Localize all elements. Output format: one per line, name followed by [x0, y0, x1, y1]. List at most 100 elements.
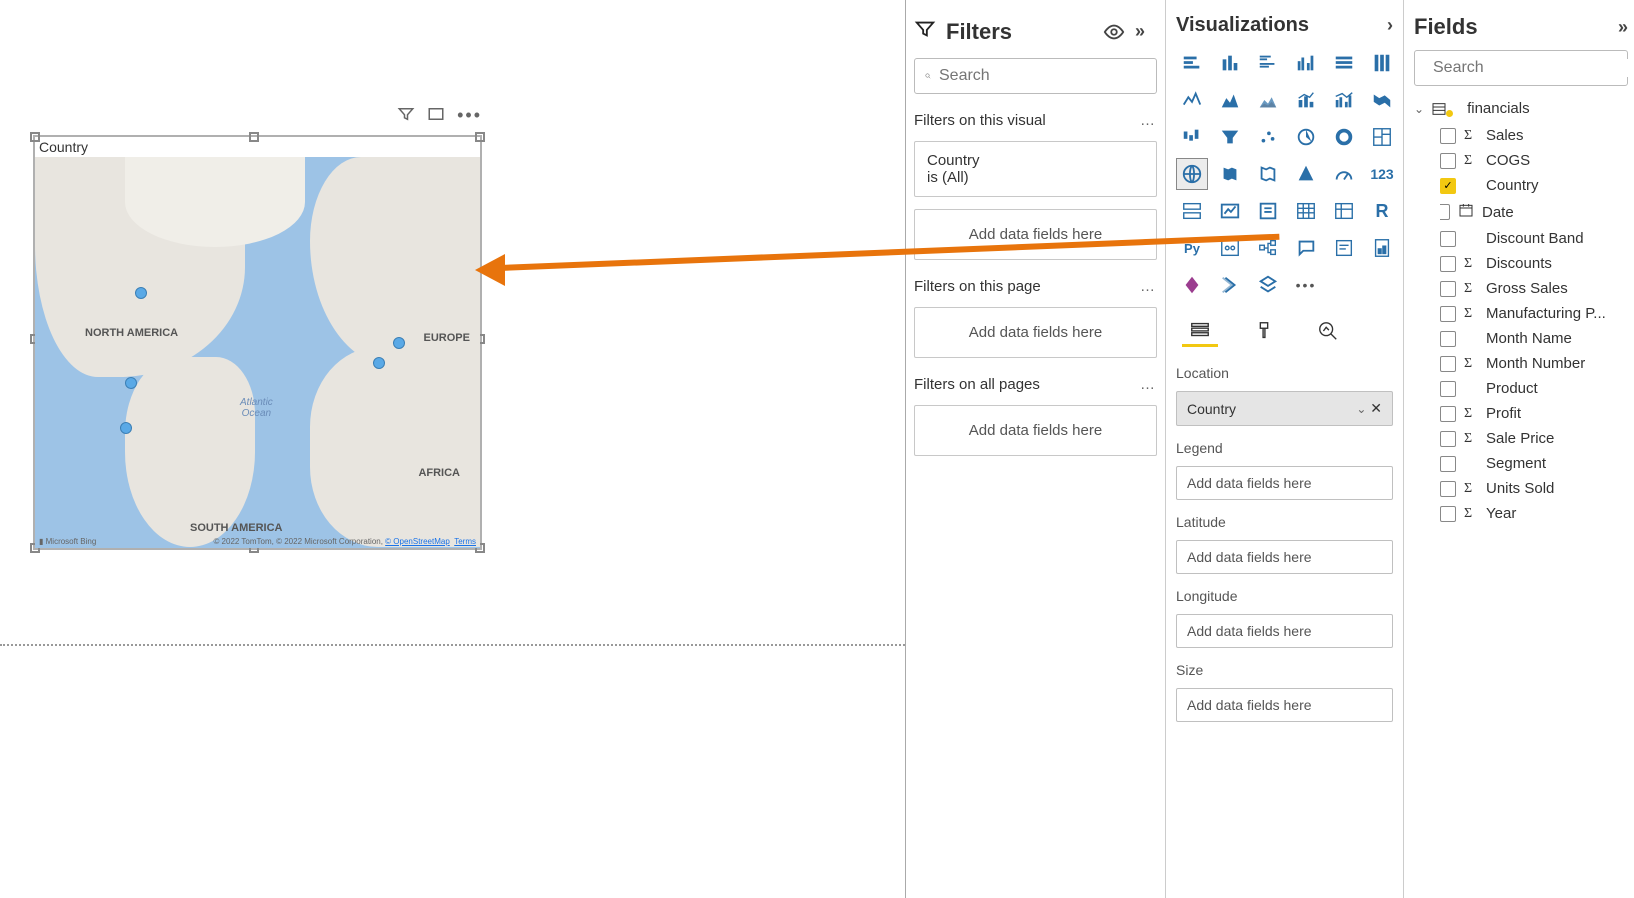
visual-more-options[interactable]: ••• — [457, 105, 482, 128]
terms-link[interactable]: Terms — [454, 537, 476, 546]
well-latitude[interactable]: Add data fields here — [1176, 540, 1393, 574]
field-checkbox[interactable] — [1440, 406, 1456, 422]
area-chart-icon[interactable] — [1214, 84, 1246, 116]
map-point[interactable] — [373, 357, 385, 369]
collapse-icon[interactable]: » — [1135, 21, 1157, 43]
map-point[interactable] — [393, 337, 405, 349]
100stacked-bar-icon[interactable] — [1328, 47, 1360, 79]
drop-all-filters[interactable]: Add data fields here — [914, 405, 1157, 456]
field-cogs[interactable]: ΣCOGS — [1440, 152, 1628, 169]
more-visuals[interactable]: ••• — [1290, 269, 1322, 301]
field-checkbox[interactable] — [1440, 481, 1456, 497]
well-location[interactable]: Country ⌄ ✕ — [1176, 391, 1393, 426]
narrative-icon[interactable] — [1328, 232, 1360, 264]
field-checkbox[interactable] — [1440, 281, 1456, 297]
stacked-column-icon[interactable] — [1214, 47, 1246, 79]
show-hide-icon[interactable] — [1103, 21, 1125, 43]
format-tab[interactable] — [1246, 315, 1282, 347]
treemap-icon[interactable] — [1366, 121, 1398, 153]
kpi-icon[interactable] — [1214, 195, 1246, 227]
slicer-icon[interactable] — [1252, 195, 1284, 227]
field-checkbox[interactable] — [1440, 153, 1456, 169]
field-sale-price[interactable]: ΣSale Price — [1440, 430, 1628, 447]
100stacked-column-icon[interactable] — [1366, 47, 1398, 79]
field-checkbox[interactable] — [1440, 356, 1456, 372]
resize-handle[interactable] — [249, 132, 259, 142]
pie-chart-icon[interactable] — [1290, 121, 1322, 153]
line-chart-icon[interactable] — [1176, 84, 1208, 116]
map-body[interactable]: NORTH AMERICA SOUTH AMERICA EUROPE AFRIC… — [35, 157, 480, 548]
field-month-name[interactable]: Month Name — [1440, 330, 1628, 347]
filters-search[interactable] — [914, 58, 1157, 94]
field-discount-band[interactable]: Discount Band — [1440, 230, 1628, 247]
filter-card-country[interactable]: Country is (All) — [914, 141, 1157, 197]
chevron-down-icon[interactable]: ⌄ — [1414, 102, 1424, 116]
power-automate-icon[interactable] — [1214, 269, 1246, 301]
multi-card-icon[interactable] — [1176, 195, 1208, 227]
field-checkbox[interactable] — [1440, 456, 1456, 472]
field-month-number[interactable]: ΣMonth Number — [1440, 355, 1628, 372]
line-column-icon[interactable] — [1290, 84, 1322, 116]
map-icon[interactable] — [1176, 158, 1208, 190]
qa-visual-icon[interactable] — [1290, 232, 1322, 264]
clustered-bar-icon[interactable] — [1252, 47, 1284, 79]
collapse-icon[interactable]: » — [1618, 17, 1628, 38]
map-point[interactable] — [125, 377, 137, 389]
drop-page-filters[interactable]: Add data fields here — [914, 307, 1157, 358]
table-icon[interactable] — [1290, 195, 1322, 227]
field-checkbox[interactable] — [1440, 231, 1456, 247]
field-checkbox[interactable] — [1440, 128, 1456, 144]
filled-map-icon[interactable] — [1214, 158, 1246, 190]
funnel-icon[interactable] — [1214, 121, 1246, 153]
field-checkbox[interactable] — [1440, 306, 1456, 322]
fields-search-input[interactable] — [1433, 59, 1634, 77]
field-checkbox[interactable] — [1440, 331, 1456, 347]
stacked-area-icon[interactable] — [1252, 84, 1284, 116]
table-financials[interactable]: ⌄ financials — [1414, 100, 1628, 117]
field-gross-sales[interactable]: ΣGross Sales — [1440, 280, 1628, 297]
stacked-bar-icon[interactable] — [1176, 47, 1208, 79]
azure-map-icon[interactable] — [1290, 158, 1322, 190]
fields-tab[interactable] — [1182, 315, 1218, 347]
field-checkbox[interactable] — [1440, 381, 1456, 397]
matrix-icon[interactable] — [1328, 195, 1360, 227]
remove-field-icon[interactable]: ✕ — [1370, 400, 1382, 416]
field-manufacturing-p-[interactable]: ΣManufacturing P... — [1440, 305, 1628, 322]
get-visuals-icon[interactable] — [1252, 269, 1284, 301]
field-checkbox[interactable] — [1440, 256, 1456, 272]
collapse-icon[interactable]: › — [1387, 15, 1393, 36]
paginated-report-icon[interactable] — [1366, 232, 1398, 264]
field-discounts[interactable]: ΣDiscounts — [1440, 255, 1628, 272]
field-checkbox[interactable] — [1440, 204, 1450, 220]
donut-chart-icon[interactable] — [1328, 121, 1360, 153]
analytics-tab[interactable] — [1310, 315, 1346, 347]
chevron-down-icon[interactable]: ⌄ — [1356, 402, 1366, 416]
section-more[interactable]: … — [1140, 112, 1157, 129]
map-point[interactable] — [135, 287, 147, 299]
well-size[interactable]: Add data fields here — [1176, 688, 1393, 722]
field-date[interactable]: ›Date — [1440, 202, 1628, 222]
field-product[interactable]: Product — [1440, 380, 1628, 397]
filter-icon[interactable] — [397, 105, 415, 128]
osm-link[interactable]: © OpenStreetMap — [385, 537, 450, 546]
waterfall-icon[interactable] — [1176, 121, 1208, 153]
ribbon-chart-icon[interactable] — [1366, 84, 1398, 116]
shape-map-icon[interactable] — [1252, 158, 1284, 190]
r-visual-icon[interactable]: R — [1366, 195, 1398, 227]
report-canvas[interactable]: ••• Country NORTH AMERICA SOUTH AMERICA — [0, 0, 906, 898]
field-year[interactable]: ΣYear — [1440, 505, 1628, 522]
filters-search-input[interactable] — [939, 67, 1146, 85]
field-checkbox[interactable] — [1440, 506, 1456, 522]
field-units-sold[interactable]: ΣUnits Sold — [1440, 480, 1628, 497]
field-country[interactable]: ✓Country — [1440, 177, 1628, 194]
well-longitude[interactable]: Add data fields here — [1176, 614, 1393, 648]
card-icon[interactable]: 123 — [1366, 158, 1398, 190]
field-sales[interactable]: ΣSales — [1440, 127, 1628, 144]
field-profit[interactable]: ΣProfit — [1440, 405, 1628, 422]
gauge-icon[interactable] — [1328, 158, 1360, 190]
clustered-column-icon[interactable] — [1290, 47, 1322, 79]
field-segment[interactable]: Segment — [1440, 455, 1628, 472]
map-point[interactable] — [120, 422, 132, 434]
fields-search[interactable] — [1414, 50, 1628, 86]
focus-mode-icon[interactable] — [427, 105, 445, 128]
